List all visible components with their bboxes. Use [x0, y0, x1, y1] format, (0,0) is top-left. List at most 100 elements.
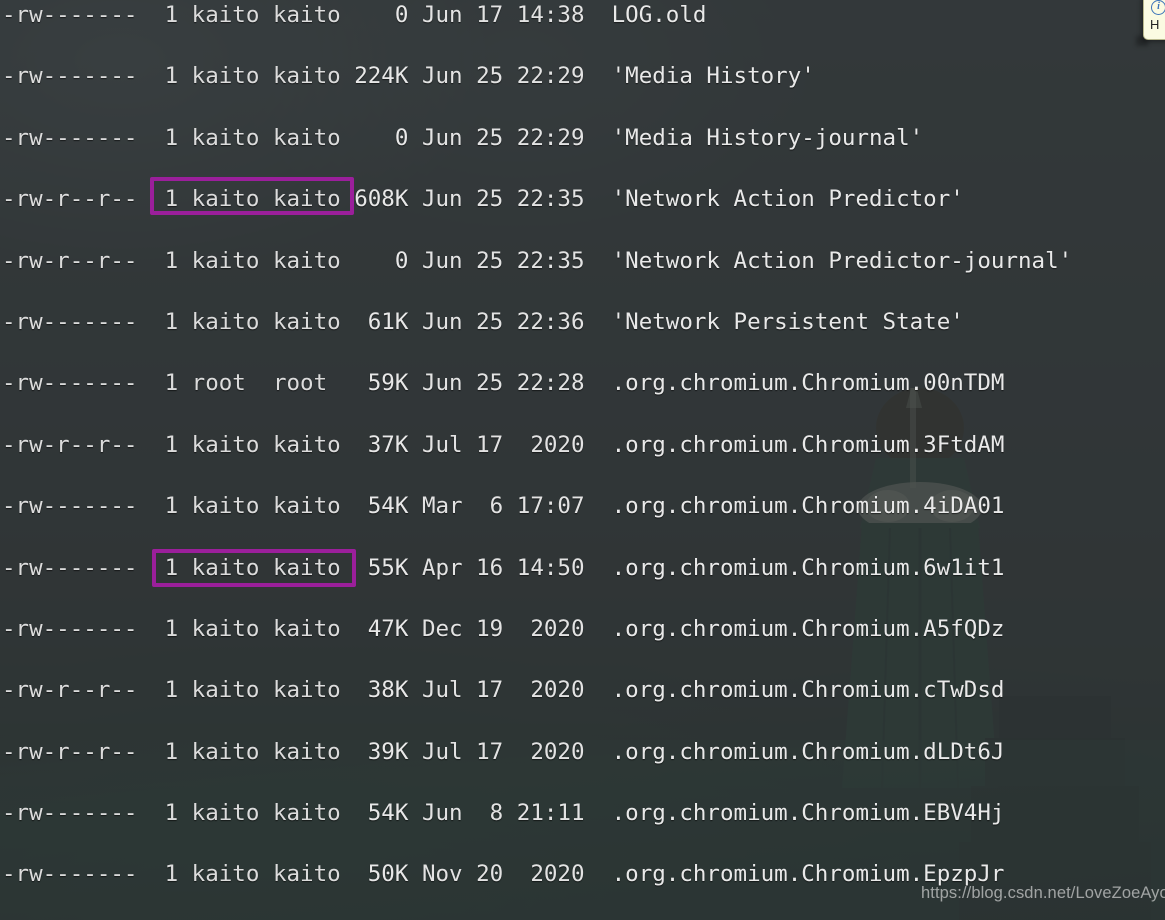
row-date: Apr 16 14:50 — [421, 554, 585, 581]
row-size: 54K — [354, 493, 409, 520]
row-size: 55K — [354, 554, 409, 581]
row-link-count: 1 — [164, 800, 179, 827]
row-owner: kaito — [191, 431, 260, 458]
row-size: 0 — [354, 124, 409, 151]
row-link-count: 1 — [164, 63, 179, 90]
row-owner: kaito — [191, 63, 260, 90]
row-file-name: .org.chromium.Chromium.dLDt6J — [611, 738, 1005, 765]
row-owner: kaito — [191, 677, 260, 704]
row-owner: kaito — [191, 861, 260, 888]
row-group: kaito — [272, 2, 341, 28]
row-permissions: -rw------- — [2, 800, 138, 827]
row-file-name: .org.chromium.Chromium.EBV4Hj — [611, 800, 1005, 827]
row-permissions: -rw------- — [2, 308, 138, 335]
listing-row: -rw------- 1 kaito kaito 224K Jun 25 22:… — [0, 61, 1165, 92]
row-file-name: 'Network Action Predictor' — [611, 186, 964, 213]
row-owner: kaito — [191, 186, 260, 213]
info-tooltip[interactable]: i H — [1143, 0, 1165, 40]
listing-row: -rw------- 1 kaito kaito 54K Jun 8 21:11… — [0, 798, 1165, 829]
row-permissions: -rw-r--r-- — [2, 677, 138, 704]
directory-listing[interactable]: -rw------- 1 kaito kaito 0 Jun 17 14:38 … — [0, 0, 1165, 920]
row-group: kaito — [272, 615, 341, 642]
row-owner: kaito — [191, 2, 260, 28]
row-group: kaito — [272, 554, 341, 581]
row-owner: kaito — [191, 493, 260, 520]
row-permissions: -rw------- — [2, 370, 138, 397]
row-link-count: 1 — [164, 308, 179, 335]
row-size: 50K — [354, 861, 409, 888]
row-size: 0 — [354, 2, 409, 28]
row-link-count: 1 — [164, 247, 179, 274]
row-date: Jun 25 22:35 — [421, 186, 585, 213]
row-date: Jun 17 14:38 — [421, 2, 585, 28]
listing-row: -rw-r--r-- 1 kaito kaito 0 Jun 25 22:35 … — [0, 246, 1165, 277]
row-link-count: 1 — [164, 2, 179, 28]
row-size: 224K — [354, 63, 409, 90]
row-link-count: 1 — [164, 861, 179, 888]
listing-row: -rw------- 1 root root 59K Jun 25 22:28 … — [0, 368, 1165, 399]
listing-row: -rw------- 1 kaito kaito 61K Jun 25 22:3… — [0, 307, 1165, 338]
row-permissions: -rw------- — [2, 493, 138, 520]
row-link-count: 1 — [164, 431, 179, 458]
row-date: Jun 25 22:29 — [421, 124, 585, 151]
row-permissions: -rw------- — [2, 554, 138, 581]
listing-row: -rw------- 1 kaito kaito 0 Jun 17 14:38 … — [0, 0, 1165, 31]
row-date: Jul 17 2020 — [421, 431, 585, 458]
row-size: 59K — [354, 370, 409, 397]
row-date: Mar 6 17:07 — [421, 493, 585, 520]
listing-row: -rw------- 1 kaito kaito 55K Apr 16 14:5… — [0, 553, 1165, 584]
row-file-name: .org.chromium.Chromium.00nTDM — [611, 370, 1005, 397]
row-file-name: 'Media History' — [611, 63, 815, 90]
row-file-name: LOG.old — [611, 2, 707, 28]
tooltip-text: H — [1150, 17, 1160, 32]
row-link-count: 1 — [164, 554, 179, 581]
row-owner: kaito — [191, 738, 260, 765]
row-owner: root — [191, 370, 260, 397]
row-date: Jul 17 2020 — [421, 677, 585, 704]
row-group: kaito — [272, 124, 341, 151]
row-file-name: .org.chromium.Chromium.4iDA01 — [611, 493, 1005, 520]
listing-row: -rw------- 1 kaito kaito 47K Dec 19 2020… — [0, 614, 1165, 645]
row-permissions: -rw-r--r-- — [2, 431, 138, 458]
row-date: Jun 25 22:28 — [421, 370, 585, 397]
row-group: kaito — [272, 861, 341, 888]
row-group: root — [272, 370, 341, 397]
row-link-count: 1 — [164, 738, 179, 765]
row-file-name: 'Network Action Predictor-journal' — [611, 247, 1073, 274]
row-permissions: -rw-r--r-- — [2, 247, 138, 274]
row-permissions: -rw------- — [2, 124, 138, 151]
row-size: 608K — [354, 186, 409, 213]
row-group: kaito — [272, 247, 341, 274]
row-group: kaito — [272, 738, 341, 765]
row-owner: kaito — [191, 800, 260, 827]
row-date: Dec 19 2020 — [421, 615, 585, 642]
row-date: Jun 25 22:35 — [421, 247, 585, 274]
row-date: Jun 25 22:36 — [421, 308, 585, 335]
row-group: kaito — [272, 800, 341, 827]
row-size: 54K — [354, 800, 409, 827]
row-size: 47K — [354, 615, 409, 642]
csdn-watermark: https://blog.csdn.net/LoveZoeAyo — [921, 884, 1165, 902]
row-file-name: .org.chromium.Chromium.cTwDsd — [611, 677, 1005, 704]
listing-row: -rw-r--r-- 1 kaito kaito 37K Jul 17 2020… — [0, 430, 1165, 461]
row-permissions: -rw------- — [2, 861, 138, 888]
listing-row: -rw-r--r-- 1 kaito kaito 38K Jul 17 2020… — [0, 675, 1165, 706]
row-size: 39K — [354, 738, 409, 765]
row-owner: kaito — [191, 554, 260, 581]
row-permissions: -rw-r--r-- — [2, 738, 138, 765]
row-date: Jul 17 2020 — [421, 738, 585, 765]
row-file-name: .org.chromium.Chromium.A5fQDz — [611, 615, 1005, 642]
listing-row: -rw------- 1 kaito kaito 54K Mar 6 17:07… — [0, 491, 1165, 522]
row-file-name: .org.chromium.Chromium.6w1it1 — [611, 554, 1005, 581]
row-permissions: -rw------- — [2, 2, 138, 28]
row-owner: kaito — [191, 308, 260, 335]
row-size: 0 — [354, 247, 409, 274]
row-link-count: 1 — [164, 370, 179, 397]
row-file-name: 'Media History-journal' — [611, 124, 924, 151]
row-date: Nov 20 2020 — [421, 861, 585, 888]
row-date: Jun 8 21:11 — [421, 800, 585, 827]
row-owner: kaito — [191, 124, 260, 151]
listing-row: -rw------- 1 kaito kaito 0 Jun 25 22:29 … — [0, 123, 1165, 154]
row-group: kaito — [272, 677, 341, 704]
row-link-count: 1 — [164, 615, 179, 642]
